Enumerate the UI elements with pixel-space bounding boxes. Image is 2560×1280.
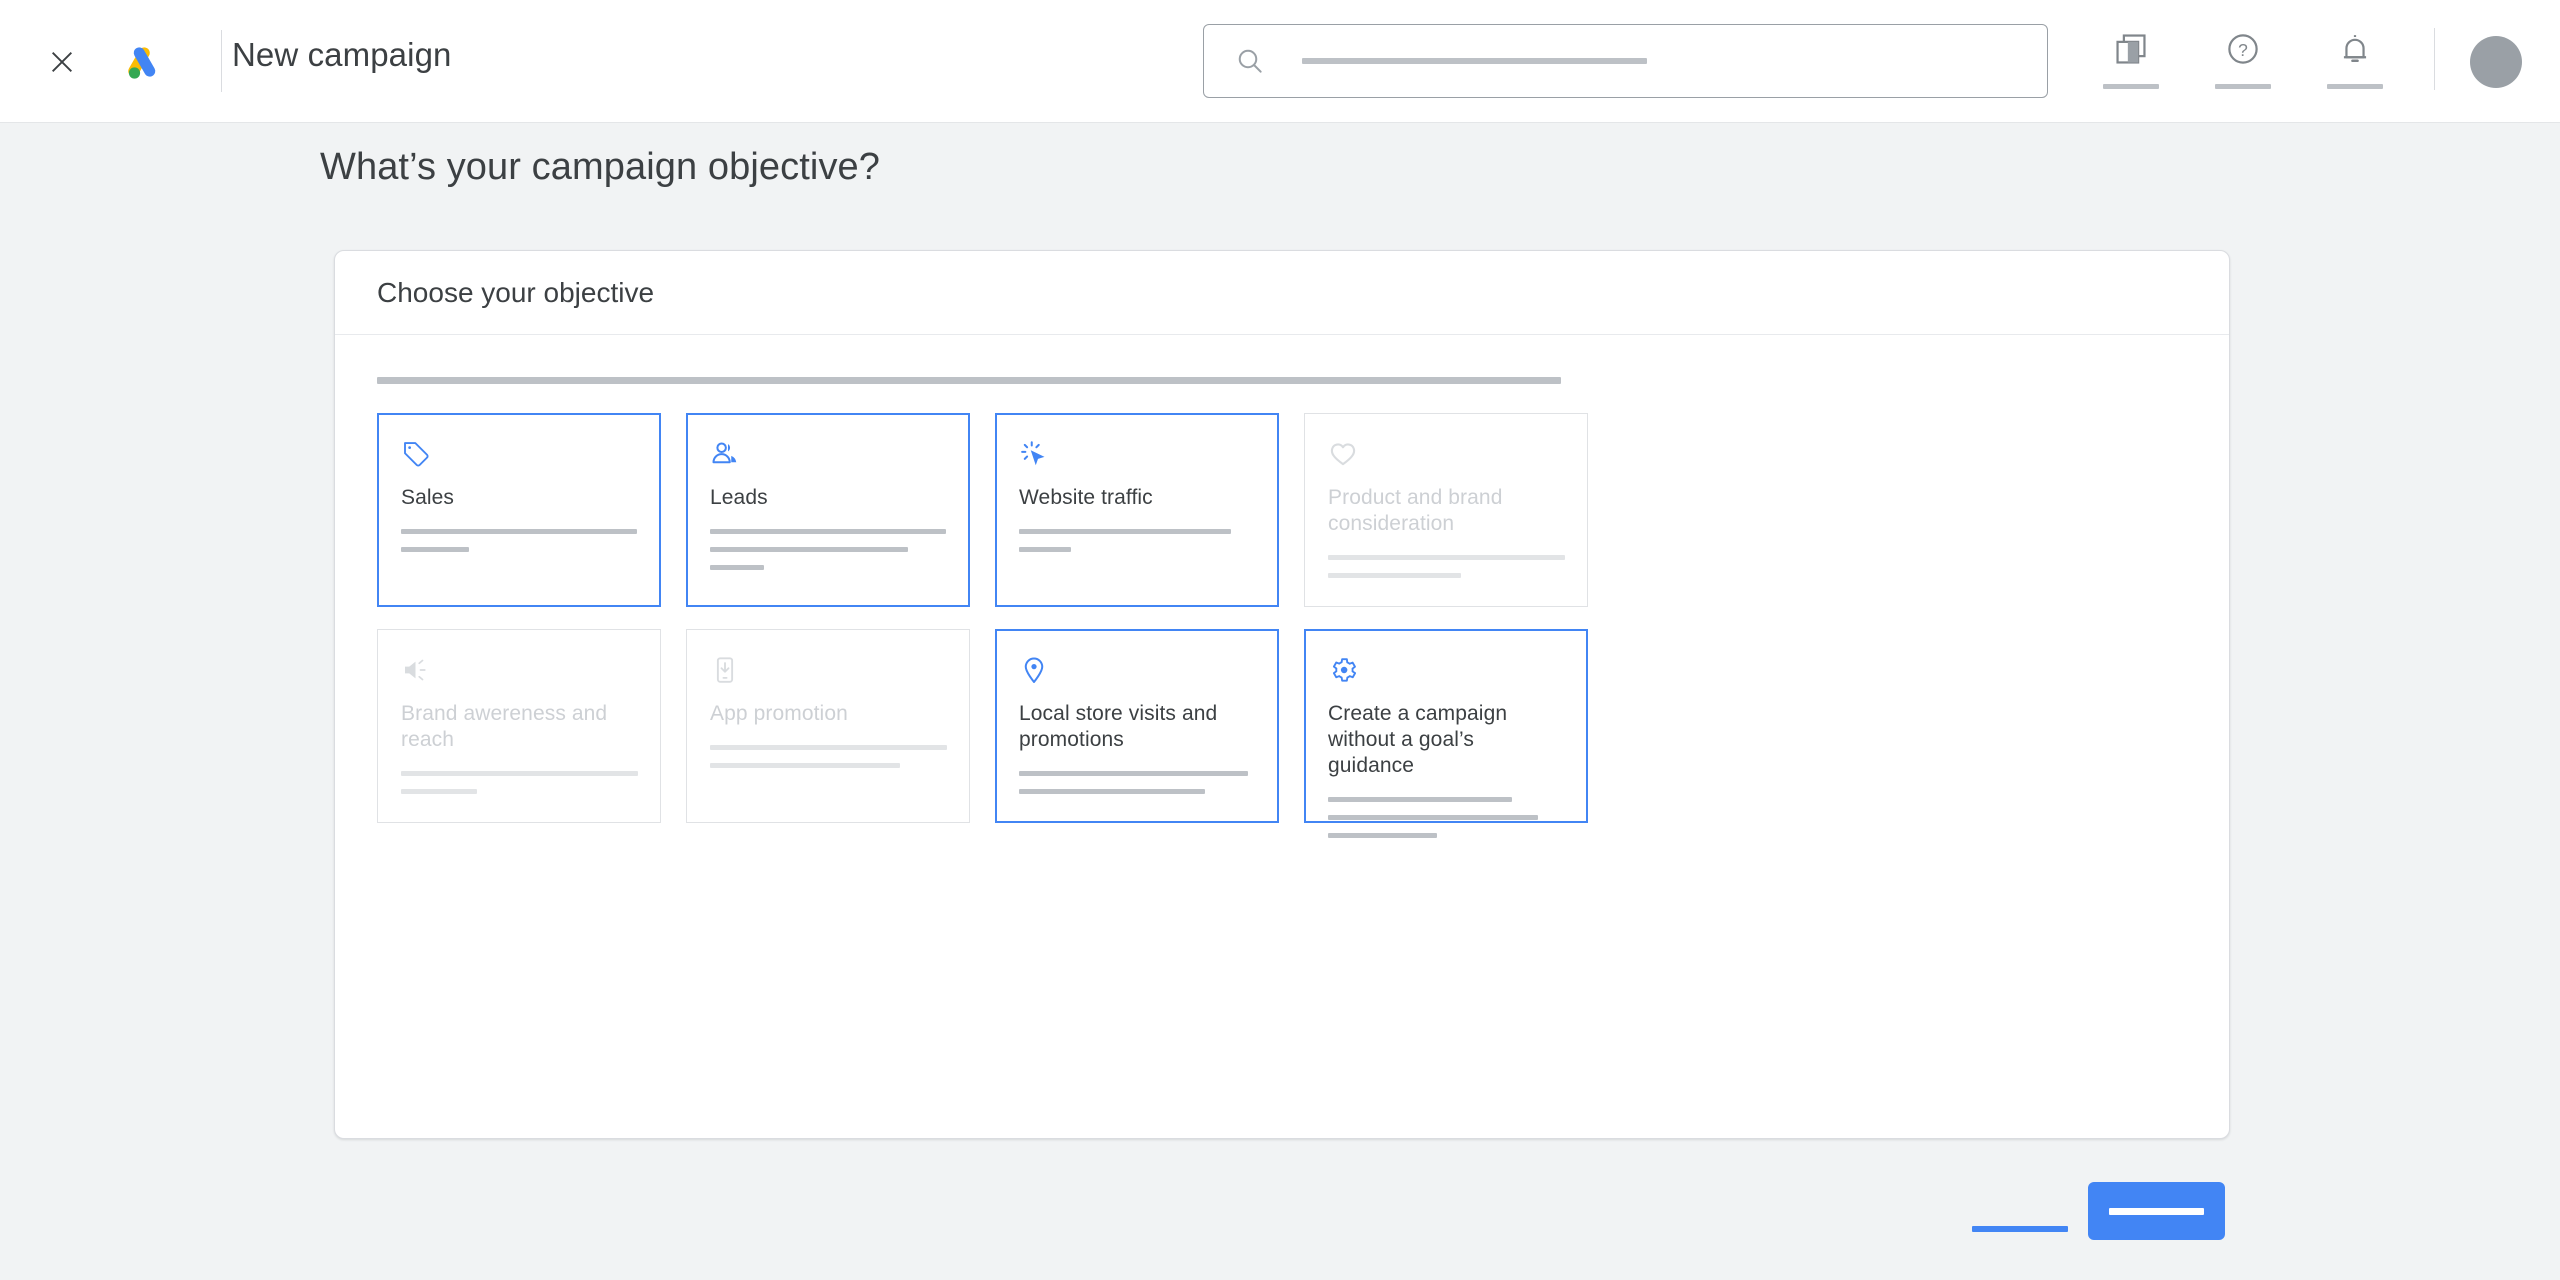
location-pin-icon [1024, 657, 1044, 683]
cancel-button-label-redaction [1972, 1226, 2068, 1232]
reports-label-redaction [2103, 84, 2159, 89]
redaction-line [1019, 547, 1071, 552]
redaction-line [710, 547, 909, 552]
redaction-line [710, 529, 946, 534]
panel-header: Choose your objective [335, 251, 2229, 335]
objective-card-brand-awareness-and-reach: Brand awereness and reach [377, 629, 661, 823]
redaction-line [1019, 789, 1206, 794]
objective-card-create-a-campaign-without-a-goals-guidance[interactable]: Create a campaign without a goal’s guida… [1304, 629, 1588, 838]
objective-headline: What’s your campaign objective? [320, 146, 881, 188]
tag-icon [404, 442, 429, 467]
objective-card-label: App promotion [710, 702, 848, 725]
redaction-line [710, 745, 947, 750]
speaker-icon [405, 659, 426, 681]
avatar[interactable] [2470, 36, 2522, 88]
search-icon [1238, 49, 1262, 73]
redaction-line [401, 789, 477, 794]
close-icon[interactable] [44, 44, 80, 80]
redaction-line [1328, 815, 1539, 820]
continue-button[interactable] [2088, 1182, 2225, 1240]
page-title: New campaign [232, 36, 452, 73]
objective-card-label: Website traffic [1019, 486, 1153, 509]
objective-card-description-redaction [710, 745, 947, 768]
redaction-line [1328, 833, 1437, 838]
objective-card-label: Create a campaign without a goal’s guida… [1328, 702, 1508, 777]
help-icon[interactable]: ? [2215, 30, 2271, 89]
notifications-bell-icon-glyph [2343, 35, 2367, 62]
objective-card-description-redaction [1328, 797, 1564, 838]
svg-text:?: ? [2238, 40, 2248, 60]
redaction-line [1019, 771, 1248, 776]
redaction-line [401, 529, 637, 534]
title-divider [221, 30, 222, 92]
redaction-line [1328, 573, 1461, 578]
objective-card-description-redaction [710, 529, 946, 570]
close-icon-glyph [52, 52, 72, 72]
cancel-button[interactable] [1972, 1199, 2068, 1259]
gear-icon [1332, 658, 1357, 682]
redaction-line [710, 763, 900, 768]
redaction-line [401, 771, 638, 776]
choose-objective-panel: Choose your objective Sales Leads Website … [334, 250, 2230, 1139]
objective-card-label: Local store visits and promotions [1019, 702, 1218, 751]
objective-card-website-traffic[interactable]: Website traffic [995, 413, 1279, 607]
objective-card-leads[interactable]: Leads [686, 413, 970, 607]
objective-card-app-promotion: App promotion [686, 629, 970, 823]
redaction-line [401, 547, 470, 552]
objective-card-description-redaction [401, 771, 638, 794]
redaction-line [710, 565, 765, 570]
redaction-line [1328, 555, 1565, 560]
search-input[interactable] [1203, 24, 2048, 98]
search-value-redaction [1302, 58, 1647, 64]
objective-card-local-store-visits-and-promotions[interactable]: Local store visits and promotions [995, 629, 1279, 823]
google-ads-logo-glyph [128, 47, 156, 79]
people-icon [712, 442, 737, 464]
objective-card-sales[interactable]: Sales [377, 413, 661, 607]
reports-icon-glyph [2116, 34, 2146, 64]
objective-card-label: Product and brand consideration [1328, 486, 1503, 535]
top-app-bar: New campaign ? [0, 0, 2560, 123]
objective-card-description-redaction [1328, 555, 1565, 578]
objective-card-description-redaction [1019, 529, 1255, 552]
google-ads-logo [117, 38, 165, 86]
redaction-line [1328, 797, 1513, 802]
mobile-download-icon [716, 657, 734, 683]
objective-card-description-redaction [401, 529, 637, 552]
continue-button-label-redaction [2109, 1207, 2204, 1215]
objective-card-product-and-brand-consideration: Product and brand consideration [1304, 413, 1588, 607]
help-icon-glyph: ? [2228, 34, 2258, 64]
avatar-divider [2434, 28, 2435, 90]
heart-icon [1330, 443, 1356, 466]
notifications-bell-icon[interactable] [2327, 30, 2383, 89]
objective-card-label: Brand awereness and reach [401, 702, 608, 751]
redaction-line [1019, 529, 1232, 534]
objective-card-label: Leads [710, 486, 768, 509]
panel-title: Choose your objective [377, 276, 655, 308]
reports-icon[interactable] [2103, 30, 2159, 89]
objective-grid: Sales Leads Website traffic Product and bra… [377, 413, 2187, 838]
ad-click-icon [1021, 441, 1045, 466]
notifications-label-redaction [2327, 84, 2383, 89]
help-label-redaction [2215, 84, 2271, 89]
objective-card-description-redaction [1019, 771, 1255, 794]
panel-description-redaction [377, 377, 1561, 384]
objective-card-label: Sales [401, 486, 455, 509]
